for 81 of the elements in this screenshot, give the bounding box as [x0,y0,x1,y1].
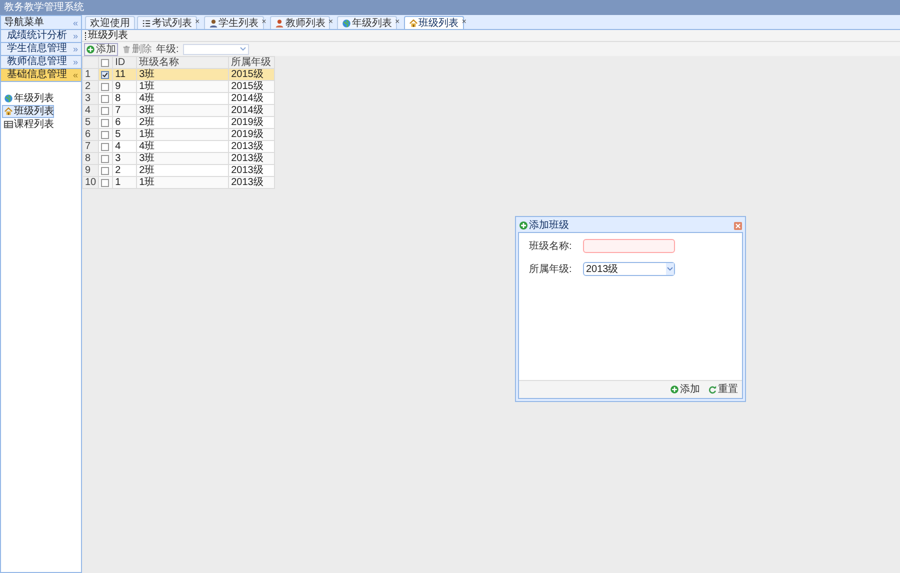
row-number: 5 [82,116,99,128]
close-tab-button[interactable]: × [195,17,200,27]
close-tab-button[interactable]: × [328,17,334,27]
row-checkbox[interactable] [101,166,110,174]
accordion-header[interactable]: 学生信息管理 » [1,43,81,56]
close-tab-button[interactable]: × [462,17,466,27]
table-row[interactable]: 4 7 3班 2014级 [82,104,275,116]
drag-handle-icon [85,32,86,40]
table-row[interactable]: 9 2 2班 2013级 [82,164,275,176]
field-label: 所属年级: [529,264,573,274]
row-number: 2 [82,80,99,92]
row-number: 7 [82,140,99,152]
table-row[interactable]: 2 9 1班 2015级 [82,80,275,92]
row-checkbox[interactable] [101,178,110,186]
row-checkbox[interactable] [101,106,110,114]
grade-dropdown[interactable]: 2013级 [583,262,675,276]
row-number: 1 [82,68,99,80]
select-all-checkbox[interactable] [101,58,110,66]
row-number: 3 [82,92,99,104]
accordion-header[interactable]: 成绩统计分析 » [1,30,81,43]
row-checkbox[interactable] [101,82,110,90]
grade-select[interactable] [182,44,249,54]
tab[interactable]: 教师列表 [270,16,330,29]
window-title: 教务教学管理系统 [4,2,84,14]
row-number: 4 [82,104,99,116]
user-icon [275,18,284,28]
table-row[interactable]: 10 1 1班 2013级 [82,176,275,188]
chevron-down-icon [667,267,673,271]
chevron-down-icon [240,47,246,51]
add-button[interactable]: 添加 [84,42,118,56]
nav-item[interactable]: 课程列表 [2,118,54,131]
row-checkbox[interactable] [101,154,110,162]
add-icon [670,385,679,394]
row-number: 9 [82,164,99,176]
dialog-title: 添加班级 [529,220,569,232]
table-cell: 1班 [136,176,229,188]
tab[interactable]: 班级列表 [404,16,464,29]
reload-icon [708,385,717,394]
row-checkbox[interactable] [101,94,110,102]
dialog-button[interactable]: 重置 [708,384,738,395]
table-row[interactable]: 1 11 3班 2015级 [82,68,275,80]
row-number: 6 [82,128,99,140]
input-field[interactable] [583,239,675,253]
row-checkbox[interactable] [101,118,110,126]
dialog-button[interactable]: 添加 [670,384,700,395]
recycle-bin-icon [122,44,131,54]
table-row[interactable]: 3 8 4班 2014级 [82,92,275,104]
table-row[interactable]: 8 3 3班 2013级 [82,152,275,164]
accordion-header[interactable]: 基础信息管理 « [1,69,81,82]
list-icon [142,18,151,28]
table-row[interactable]: 7 4 4班 2013级 [82,140,275,152]
add-icon [519,221,528,230]
table-icon [4,120,13,129]
row-number: 10 [82,176,99,188]
table-row[interactable]: 6 5 1班 2019级 [82,128,275,140]
close-button[interactable] [734,222,742,230]
table-cell: 1 [112,176,137,188]
row-checkbox[interactable] [101,130,110,138]
add-icon [86,44,95,54]
user-icon [208,18,218,28]
column-header[interactable]: 班级名称 [136,56,229,68]
row-checkbox[interactable] [101,70,110,78]
house-icon [408,18,418,28]
globe-icon [342,18,352,28]
row-checkbox[interactable] [101,142,110,150]
grade-label: 年级: [156,44,179,54]
sidebar-title: 导航菜单 [4,16,44,28]
accordion-header[interactable]: 教师信息管理 » [1,56,81,69]
house-icon [4,107,13,116]
tab[interactable]: 欢迎使用 [85,16,135,29]
row-number: 8 [82,152,99,164]
nav-item[interactable]: 年级列表 [2,92,54,105]
field-label: 班级名称: [529,240,573,252]
panel-title: 班级列表 [88,30,128,42]
close-tab-button[interactable]: × [262,17,266,27]
globe-icon [4,94,13,103]
tab[interactable]: 考试列表 [137,16,197,29]
nav-item[interactable]: 班级列表 [2,105,54,118]
table-cell: 2013级 [228,176,275,188]
table-row[interactable]: 5 6 2班 2019级 [82,116,275,128]
close-tab-button[interactable]: × [395,17,400,27]
